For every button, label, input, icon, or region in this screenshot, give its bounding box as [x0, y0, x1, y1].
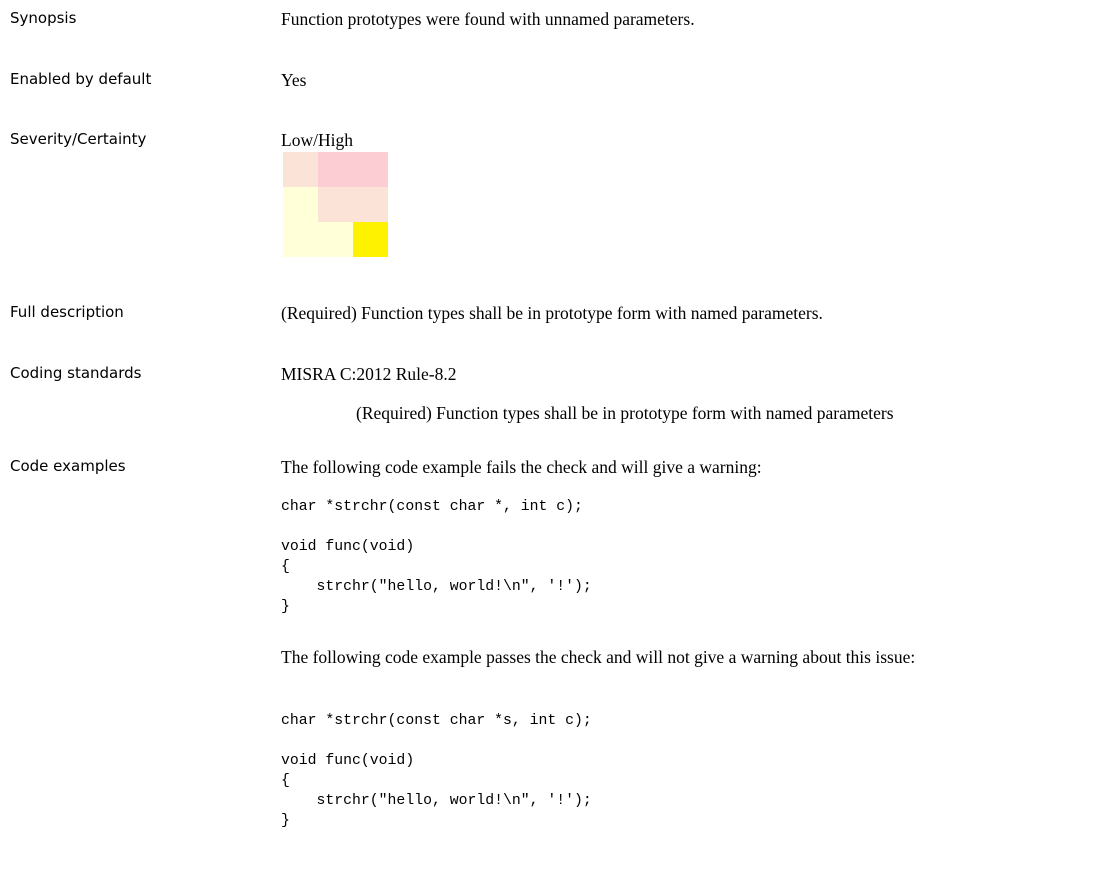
synopsis-value: Function prototypes were found with unna… [281, 9, 695, 29]
enabled-label: Enabled by default [10, 70, 152, 88]
coding-standards-label: Coding standards [10, 364, 142, 382]
matrix-cell [318, 222, 353, 257]
severity-certainty-matrix [283, 152, 388, 257]
matrix-cell [283, 187, 318, 222]
matrix-cell [283, 222, 318, 257]
synopsis-label: Synopsis [10, 9, 77, 27]
full-description-label: Full description [10, 303, 124, 321]
pass-example-intro: The following code example passes the ch… [281, 647, 916, 667]
matrix-cell [283, 152, 318, 187]
matrix-cell [318, 187, 353, 222]
matrix-cell [353, 152, 388, 187]
severity-value: Low/High [281, 130, 353, 150]
severity-label: Severity/Certainty [10, 130, 147, 148]
coding-standards-value: MISRA C:2012 Rule-8.2 [281, 364, 457, 384]
code-examples-label: Code examples [10, 457, 126, 475]
coding-standards-detail: (Required) Function types shall be in pr… [356, 403, 894, 423]
pass-code-block: char *strchr(const char *s, int c); void… [281, 713, 592, 829]
enabled-value: Yes [281, 70, 307, 90]
fail-code-block: char *strchr(const char *, int c); void … [281, 499, 592, 615]
matrix-cell [353, 222, 388, 257]
matrix-cell [353, 187, 388, 222]
full-description-value: (Required) Function types shall be in pr… [281, 303, 823, 323]
matrix-cell [318, 152, 353, 187]
fail-example-intro: The following code example fails the che… [281, 457, 762, 477]
